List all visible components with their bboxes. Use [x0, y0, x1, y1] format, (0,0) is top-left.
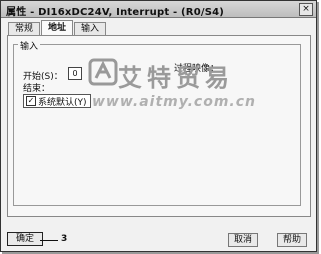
group-title: 输入	[18, 39, 41, 52]
tab-panel: 输入 开始(S)： 0 过程映像： 结束： ✓ 系统默认(Y) 艾特贸易 www…	[7, 35, 311, 217]
watermark-logo-icon	[88, 58, 118, 86]
ok-button[interactable]: 确定	[7, 232, 43, 246]
tab-strip: 常规 地址 输入	[8, 20, 107, 35]
close-button[interactable]: ×	[299, 3, 313, 16]
tab-general[interactable]: 常规	[8, 22, 41, 35]
checkmark-icon: ✓	[26, 96, 36, 106]
properties-dialog: 属性 - DI16xDC24V, Interrupt - (R0/S4) × 常…	[0, 0, 317, 252]
cancel-button[interactable]: 取消	[228, 233, 258, 247]
title-bar[interactable]: 属性 - DI16xDC24V, Interrupt - (R0/S4) ×	[1, 1, 316, 18]
tab-addresses[interactable]: 地址	[41, 20, 74, 35]
callout-line	[40, 240, 58, 241]
end-label: 结束：	[23, 84, 51, 94]
watermark-title: 艾特贸易	[118, 64, 234, 92]
tab-inputs[interactable]: 输入	[74, 22, 107, 35]
callout-number: 3	[61, 234, 68, 244]
help-button[interactable]: 帮助	[277, 233, 307, 247]
window-title: 属性 - DI16xDC24V, Interrupt - (R0/S4)	[6, 7, 225, 18]
start-address-field[interactable]: 0	[68, 67, 82, 80]
system-default-label: 系统默认(Y)	[38, 97, 87, 108]
system-default-checkbox[interactable]: ✓ 系统默认(Y)	[23, 94, 91, 108]
watermark-url: www.aitmy.com.cn	[92, 94, 256, 110]
